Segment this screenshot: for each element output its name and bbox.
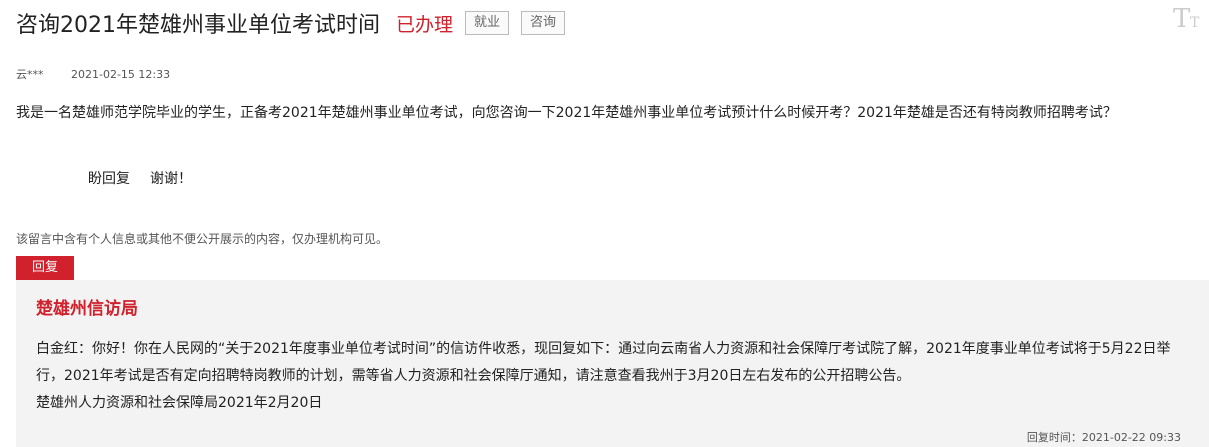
reply-time-value: 2021-02-22 09:33 [1081,431,1181,444]
status-label: 已办理 [396,13,454,36]
closing-text: 盼回复 [88,171,130,187]
post-time: 2021-02-15 12:33 [71,68,171,81]
page-title: 咨询2021年楚雄州事业单位考试时间 [16,13,380,38]
font-size-icon[interactable]: TT [1173,4,1203,34]
title-row: 咨询2021年楚雄州事业单位考试时间 已办理 就业 咨询 [16,8,566,38]
question-body: 我是一名楚雄师范学院毕业的学生，正备考2021年楚雄州事业单位考试，向您咨询一下… [16,105,1117,121]
privacy-note: 该留言中含有个人信息或其他不便公开展示的内容，仅办理机构可见。 [16,232,389,246]
reply-signature: 楚雄州人力资源和社会保障局2021年2月20日 [36,395,323,411]
tag-employment[interactable]: 就业 [465,11,510,35]
reply-box: 楚雄州信访局 白金红：你好！你在人民网的“关于2021年度事业单位考试时间”的信… [16,280,1209,447]
tag-consult[interactable]: 咨询 [521,11,566,35]
reply-content: 白金红：你好！你在人民网的“关于2021年度事业单位考试时间”的信访件收悉，现回… [36,341,1171,384]
thanks-text: 谢谢！ [150,171,192,187]
post-meta: 云*** 2021-02-15 12:33 [16,66,170,82]
reply-body: 白金红：你好！你在人民网的“关于2021年度事业单位考试时间”的信访件收悉，现回… [36,336,1196,417]
question-closing: 盼回复 谢谢！ [88,166,192,193]
author-name: 云*** [16,68,44,81]
reply-tab: 回复 [16,256,74,280]
reply-time: 回复时间：2021-02-22 09:33 [1027,429,1181,445]
reply-time-label: 回复时间： [1026,431,1082,444]
reply-organization: 楚雄州信访局 [36,299,138,319]
